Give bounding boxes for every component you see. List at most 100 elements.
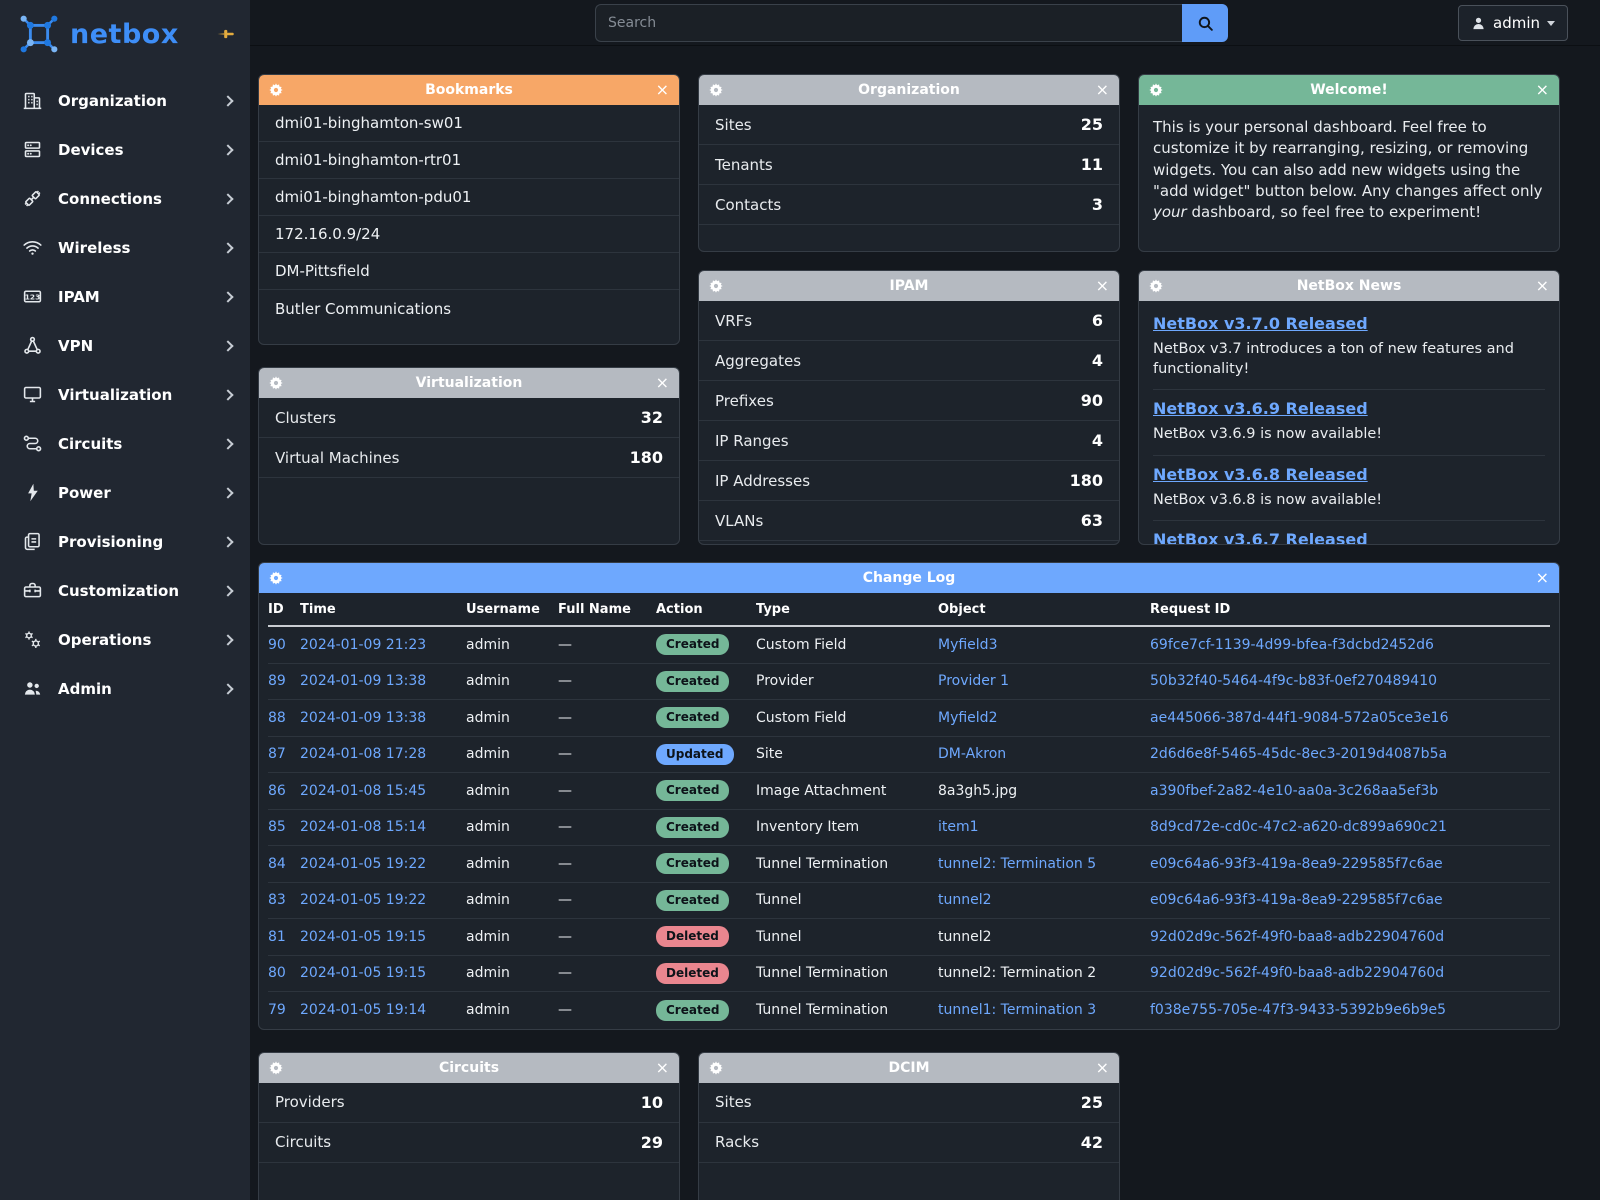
- close-icon[interactable]: ×: [1096, 82, 1109, 98]
- changelog-id-link[interactable]: 84: [268, 856, 300, 872]
- changelog-time-link[interactable]: 2024-01-09 21:23: [300, 637, 466, 653]
- sidebar-item-circuits[interactable]: Circuits: [0, 419, 250, 468]
- changelog-object-link[interactable]: DM-Akron: [938, 746, 1150, 762]
- stat-value-link[interactable]: 11: [1081, 155, 1103, 174]
- gear-icon[interactable]: [269, 1061, 283, 1075]
- pin-icon[interactable]: [214, 23, 236, 45]
- stat-value-link[interactable]: 63: [1081, 511, 1103, 530]
- close-icon[interactable]: ×: [1096, 278, 1109, 294]
- stat-value-link[interactable]: 6: [1092, 311, 1103, 330]
- stat-value-link[interactable]: 4: [1092, 431, 1103, 450]
- changelog-id-link[interactable]: 89: [268, 673, 300, 689]
- changelog-request-link[interactable]: 92d02d9c-562f-49f0-baa8-adb22904760d: [1150, 965, 1550, 981]
- changelog-id-link[interactable]: 83: [268, 892, 300, 908]
- stat-value-link[interactable]: 3: [1092, 195, 1103, 214]
- gear-icon[interactable]: [1149, 279, 1163, 293]
- changelog-request-link[interactable]: a390fbef-2a82-4e10-aa0a-3c268aa5ef3b: [1150, 783, 1550, 799]
- stat-value-link[interactable]: 25: [1081, 1093, 1103, 1112]
- changelog-request-link[interactable]: 69fce7cf-1139-4d99-bfea-f3dcbd2452d6: [1150, 637, 1550, 653]
- close-icon[interactable]: ×: [656, 1060, 669, 1076]
- close-icon[interactable]: ×: [1536, 570, 1549, 586]
- gear-icon[interactable]: [269, 376, 283, 390]
- changelog-time-link[interactable]: 2024-01-09 13:38: [300, 710, 466, 726]
- sidebar-item-customization[interactable]: Customization: [0, 566, 250, 615]
- changelog-request-link[interactable]: 92d02d9c-562f-49f0-baa8-adb22904760d: [1150, 929, 1550, 945]
- changelog-id-link[interactable]: 86: [268, 783, 300, 799]
- changelog-request-link[interactable]: ae445066-387d-44f1-9084-572a05ce3e16: [1150, 710, 1550, 726]
- sidebar-item-provisioning[interactable]: Provisioning: [0, 517, 250, 566]
- gear-icon[interactable]: [1149, 83, 1163, 97]
- stat-value-link[interactable]: 32: [641, 408, 663, 427]
- stat-value-link[interactable]: 42: [1081, 1133, 1103, 1152]
- changelog-request-link[interactable]: f038e755-705e-47f3-9433-5392b9e6b9e5: [1150, 1002, 1550, 1018]
- bookmark-link[interactable]: dmi01-binghamton-sw01: [275, 114, 463, 132]
- gear-icon[interactable]: [709, 279, 723, 293]
- changelog-id-link[interactable]: 79: [268, 1002, 300, 1018]
- news-link[interactable]: NetBox v3.6.7 Released: [1153, 530, 1368, 545]
- news-link[interactable]: NetBox v3.6.8 Released: [1153, 465, 1368, 484]
- stat-value-link[interactable]: 180: [630, 448, 663, 467]
- search-input[interactable]: [595, 4, 1182, 42]
- sidebar-item-devices[interactable]: Devices: [0, 125, 250, 174]
- sidebar-item-virtualization[interactable]: Virtualization: [0, 370, 250, 419]
- stat-value-link[interactable]: 25: [1081, 115, 1103, 134]
- sidebar-item-wireless[interactable]: Wireless: [0, 223, 250, 272]
- changelog-object-link[interactable]: tunnel1: Termination 3: [938, 1002, 1150, 1018]
- gear-icon[interactable]: [709, 1061, 723, 1075]
- sidebar-item-ipam[interactable]: 123 IPAM: [0, 272, 250, 321]
- sidebar-item-connections[interactable]: Connections: [0, 174, 250, 223]
- changelog-object-link[interactable]: tunnel2: [938, 892, 1150, 908]
- bookmark-link[interactable]: 172.16.0.9/24: [275, 225, 380, 243]
- gear-icon[interactable]: [709, 83, 723, 97]
- changelog-time-link[interactable]: 2024-01-05 19:14: [300, 1002, 466, 1018]
- changelog-id-link[interactable]: 90: [268, 637, 300, 653]
- changelog-time-link[interactable]: 2024-01-05 19:15: [300, 965, 466, 981]
- close-icon[interactable]: ×: [1536, 82, 1549, 98]
- close-icon[interactable]: ×: [656, 82, 669, 98]
- changelog-request-link[interactable]: e09c64a6-93f3-419a-8ea9-229585f7c6ae: [1150, 892, 1550, 908]
- changelog-time-link[interactable]: 2024-01-08 15:14: [300, 819, 466, 835]
- changelog-id-link[interactable]: 88: [268, 710, 300, 726]
- brand[interactable]: netbox: [0, 0, 250, 66]
- changelog-request-link[interactable]: 8d9cd72e-cd0c-47c2-a620-dc899a690c21: [1150, 819, 1550, 835]
- news-link[interactable]: NetBox v3.6.9 Released: [1153, 399, 1368, 418]
- changelog-object-link[interactable]: tunnel2: Termination 5: [938, 856, 1150, 872]
- stat-value-link[interactable]: 10: [641, 1093, 663, 1112]
- gear-icon[interactable]: [269, 83, 283, 97]
- changelog-id-link[interactable]: 87: [268, 746, 300, 762]
- changelog-object-link[interactable]: Myfield2: [938, 710, 1150, 726]
- changelog-id-link[interactable]: 80: [268, 965, 300, 981]
- close-icon[interactable]: ×: [656, 375, 669, 391]
- changelog-time-link[interactable]: 2024-01-08 15:45: [300, 783, 466, 799]
- sidebar-item-organization[interactable]: Organization: [0, 76, 250, 125]
- sidebar-item-operations[interactable]: Operations: [0, 615, 250, 664]
- search-button[interactable]: [1182, 4, 1228, 42]
- bookmark-link[interactable]: DM-Pittsfield: [275, 262, 370, 280]
- close-icon[interactable]: ×: [1096, 1060, 1109, 1076]
- changelog-id-link[interactable]: 85: [268, 819, 300, 835]
- changelog-id-link[interactable]: 81: [268, 929, 300, 945]
- bookmark-link[interactable]: dmi01-binghamton-pdu01: [275, 188, 471, 206]
- changelog-time-link[interactable]: 2024-01-05 19:22: [300, 856, 466, 872]
- changelog-time-link[interactable]: 2024-01-08 17:28: [300, 746, 466, 762]
- stat-value-link[interactable]: 4: [1092, 351, 1103, 370]
- changelog-request-link[interactable]: 2d6d6e8f-5465-45dc-8ec3-2019d4087b5a: [1150, 746, 1550, 762]
- bookmark-link[interactable]: Butler Communications: [275, 300, 451, 318]
- sidebar-item-admin[interactable]: Admin: [0, 664, 250, 713]
- changelog-request-link[interactable]: e09c64a6-93f3-419a-8ea9-229585f7c6ae: [1150, 856, 1550, 872]
- news-link[interactable]: NetBox v3.7.0 Released: [1153, 314, 1368, 333]
- changelog-request-link[interactable]: 50b32f40-5464-4f9c-b83f-0ef270489410: [1150, 673, 1550, 689]
- stat-value-link[interactable]: 90: [1081, 391, 1103, 410]
- changelog-object-link[interactable]: Provider 1: [938, 673, 1150, 689]
- sidebar-item-power[interactable]: Power: [0, 468, 250, 517]
- close-icon[interactable]: ×: [1536, 278, 1549, 294]
- changelog-time-link[interactable]: 2024-01-05 19:22: [300, 892, 466, 908]
- stat-value-link[interactable]: 180: [1070, 471, 1103, 490]
- user-menu-button[interactable]: admin: [1458, 5, 1568, 41]
- changelog-time-link[interactable]: 2024-01-09 13:38: [300, 673, 466, 689]
- sidebar-item-vpn[interactable]: VPN: [0, 321, 250, 370]
- stat-value-link[interactable]: 29: [641, 1133, 663, 1152]
- gear-icon[interactable]: [269, 571, 283, 585]
- changelog-object-link[interactable]: item1: [938, 819, 1150, 835]
- changelog-object-link[interactable]: Myfield3: [938, 637, 1150, 653]
